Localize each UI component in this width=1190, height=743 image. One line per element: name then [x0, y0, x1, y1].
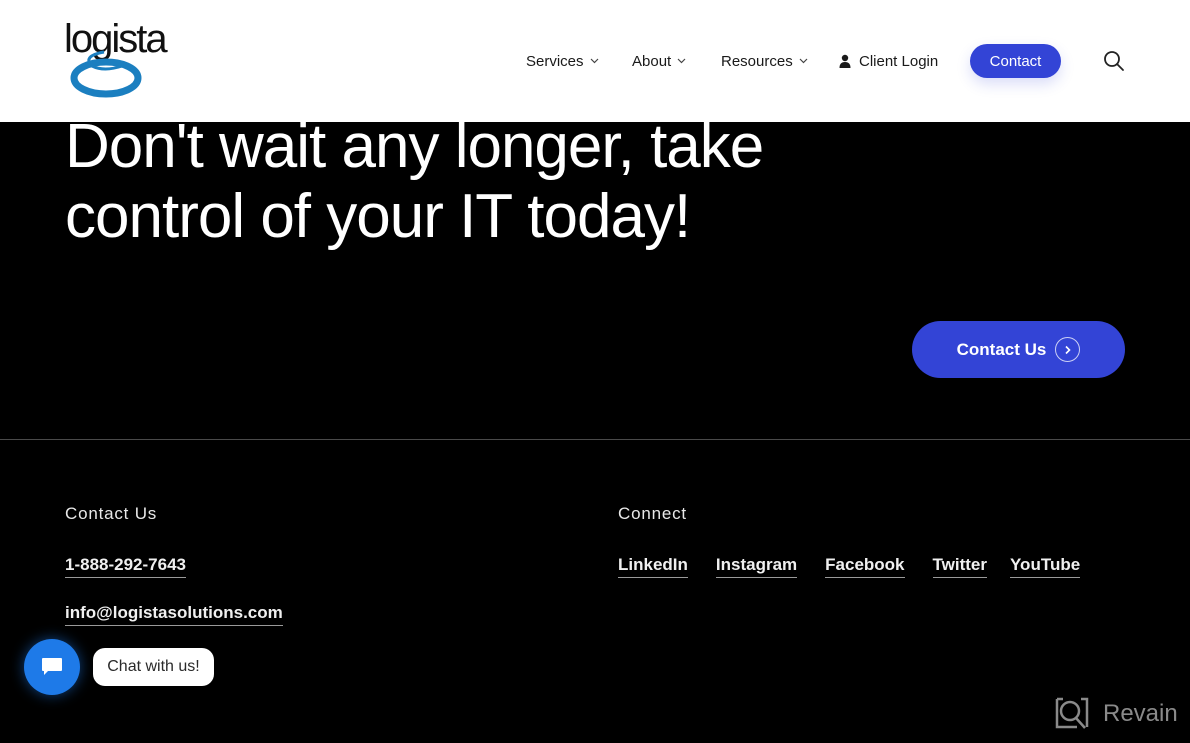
- nav-about[interactable]: About: [632, 53, 686, 70]
- contact-us-button[interactable]: Contact Us: [912, 321, 1125, 378]
- chevron-down-icon: [590, 58, 598, 64]
- logo-wordmark: logista: [64, 22, 168, 61]
- nav-services-label: Services: [526, 52, 584, 70]
- chevron-down-icon: [799, 58, 808, 64]
- footer-contact-heading: Contact Us: [65, 504, 158, 523]
- social-link-instagram[interactable]: Instagram: [715, 555, 798, 578]
- chevron-right-circle-icon: [1055, 337, 1081, 362]
- section-divider: [0, 439, 1190, 440]
- nav-resources[interactable]: Resources: [721, 53, 808, 70]
- social-link-facebook[interactable]: Facebook: [825, 555, 905, 578]
- person-icon: [839, 54, 851, 68]
- email-link[interactable]: info@logistasolutions.com: [65, 603, 283, 626]
- client-login-label: Client Login: [859, 52, 939, 70]
- nav-about-label: About: [632, 52, 672, 70]
- contact-button[interactable]: Contact: [970, 44, 1061, 78]
- chat-launcher-button[interactable]: [24, 639, 80, 695]
- chat-icon: [42, 658, 62, 675]
- chevron-down-icon: [677, 58, 686, 64]
- social-links: LinkedIn Instagram Facebook Twitter YouT…: [618, 555, 1108, 578]
- site-header: logista Services About Resources Client …: [0, 0, 1190, 122]
- footer-connect-heading: Connect: [618, 504, 687, 523]
- revain-logo-icon: [1055, 697, 1089, 729]
- logo-graphic: logista: [64, 22, 170, 98]
- contact-us-label: Contact Us: [956, 339, 1047, 359]
- nav-resources-label: Resources: [721, 52, 793, 70]
- revain-text: Revain: [1103, 700, 1178, 727]
- chat-with-us-label[interactable]: Chat with us!: [93, 648, 214, 686]
- phone-link[interactable]: 1-888-292-7643: [65, 555, 186, 578]
- social-link-linkedin[interactable]: LinkedIn: [618, 555, 688, 578]
- search-icon[interactable]: [1103, 50, 1125, 72]
- logista-logo[interactable]: logista: [64, 22, 192, 98]
- client-login-link[interactable]: Client Login: [839, 53, 938, 70]
- social-link-youtube[interactable]: YouTube: [1009, 555, 1081, 578]
- social-link-twitter[interactable]: Twitter: [932, 555, 987, 578]
- nav-services[interactable]: Services: [526, 53, 599, 70]
- revain-watermark: Revain: [1055, 697, 1178, 731]
- hero-title: Don't wait any longer, take control of y…: [65, 112, 764, 251]
